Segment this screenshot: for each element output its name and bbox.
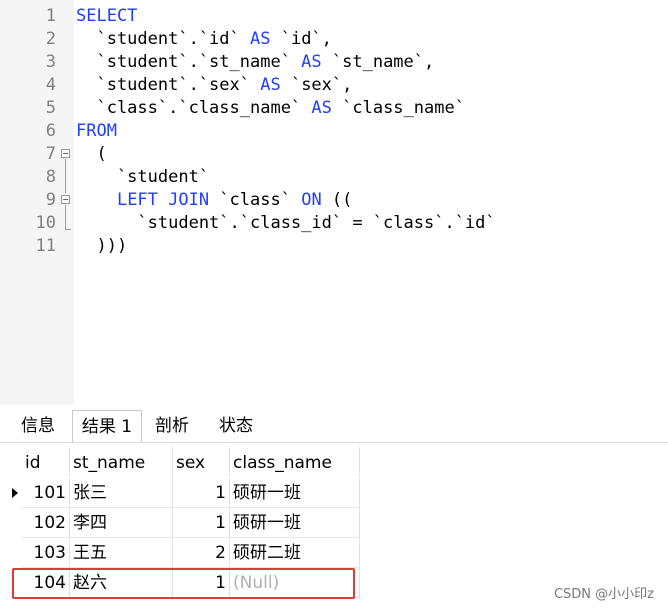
- code-text: ))): [76, 235, 127, 258]
- line-number: 5: [45, 98, 56, 118]
- tab-info[interactable]: 信息: [8, 410, 68, 442]
- code-text: `student`.`st_name` AS `st_name`,: [76, 51, 434, 74]
- cell-st-name[interactable]: 李四: [70, 508, 173, 538]
- line-number: 3: [45, 52, 56, 72]
- line-number: 8: [45, 167, 56, 187]
- fold-guide: [65, 159, 66, 193]
- cell-class-name[interactable]: 硕研一班: [230, 508, 360, 538]
- code-text: FROM: [76, 120, 117, 143]
- column-header-sex[interactable]: sex: [173, 447, 230, 477]
- code-text: (: [76, 143, 107, 166]
- fold-toggle-icon[interactable]: [61, 195, 70, 204]
- sql-text: ))): [76, 236, 128, 256]
- code-line[interactable]: 5 `class`.`class_name` AS `class_name`: [0, 97, 668, 120]
- line-number: 10: [35, 213, 56, 233]
- cell-st-name[interactable]: 张三: [70, 478, 173, 508]
- cell-sex[interactable]: 2: [173, 538, 230, 568]
- sql-keyword: LEFT JOIN: [116, 190, 210, 210]
- line-number: 2: [45, 29, 56, 49]
- code-text: `student`.`sex` AS `sex`,: [76, 74, 352, 97]
- sql-keyword: AS: [260, 75, 281, 95]
- cell-id[interactable]: 103: [22, 538, 70, 568]
- sql-text: ((: [321, 190, 353, 210]
- code-text: `student`.`class_id` = `class`.`id`: [76, 212, 496, 235]
- tab-status[interactable]: 状态: [206, 410, 266, 442]
- fold-guide: [65, 205, 66, 229]
- cell-st-name[interactable]: 王五: [70, 538, 173, 568]
- cell-id[interactable]: 102: [22, 508, 70, 538]
- sql-keyword: AS: [250, 29, 271, 49]
- sql-editor[interactable]: 1 SELECT 2 `student`.`id` AS `id`, 3 `stude…: [0, 0, 668, 405]
- line-number: 9: [45, 190, 56, 210]
- fold-toggle-icon[interactable]: [61, 149, 70, 158]
- sql-keyword: AS: [311, 98, 332, 118]
- code-line[interactable]: 7 (: [0, 143, 668, 166]
- code-text: SELECT: [76, 5, 137, 28]
- sql-text: `student`.`st_name`: [76, 52, 302, 72]
- sql-text: `student`.`sex`: [76, 75, 261, 95]
- tab-result-1[interactable]: 结果 1: [72, 410, 142, 442]
- code-line[interactable]: 6 FROM: [0, 120, 668, 143]
- sql-text: `student`: [76, 167, 210, 187]
- current-row-indicator-icon: [12, 488, 18, 498]
- fold-end-marker: [65, 229, 71, 230]
- code-line[interactable]: 2 `student`.`id` AS `id`,: [0, 28, 668, 51]
- code-text: `student`: [76, 166, 209, 189]
- cell-sex[interactable]: 1: [173, 508, 230, 538]
- code-text: `student`.`id` AS `id`,: [76, 28, 332, 51]
- column-header-id[interactable]: id: [22, 447, 70, 477]
- sql-keyword: AS: [301, 52, 322, 72]
- line-number: 4: [45, 75, 56, 95]
- line-number: 6: [45, 121, 56, 141]
- code-line[interactable]: 9 LEFT JOIN `class` ON ((: [0, 189, 668, 212]
- table-row[interactable]: 103 王五 2 硕研二班: [0, 538, 360, 568]
- line-number: 1: [45, 6, 56, 26]
- sql-keyword: ON: [301, 190, 322, 210]
- watermark: CSDN @小小印z: [553, 587, 654, 602]
- code-text: LEFT JOIN `class` ON ((: [76, 189, 352, 212]
- sql-text: `class_name`: [331, 98, 465, 118]
- sql-keyword: FROM: [76, 121, 117, 141]
- column-header-class-name[interactable]: class_name: [230, 447, 360, 477]
- line-number: 11: [35, 236, 56, 256]
- cell-class-name[interactable]: 硕研一班: [230, 478, 360, 508]
- table-row[interactable]: 102 李四 1 硕研一班: [0, 508, 360, 538]
- cell-sex[interactable]: 1: [173, 478, 230, 508]
- sql-text: `st_name`,: [321, 52, 435, 72]
- table-row[interactable]: 101 张三 1 硕研一班: [0, 478, 360, 508]
- cell-class-name[interactable]: 硕研二班: [230, 538, 360, 568]
- sql-text: (: [76, 144, 107, 164]
- sql-text: `class`: [209, 190, 302, 210]
- sql-text: `class`.`class_name`: [76, 98, 312, 118]
- sql-text: `student`.`class_id` = `class`.`id`: [76, 213, 496, 233]
- code-line[interactable]: 10 `student`.`class_id` = `class`.`id`: [0, 212, 668, 235]
- row-highlight-box: [12, 568, 355, 599]
- code-line[interactable]: 11 ))): [0, 235, 668, 258]
- code-text: `class`.`class_name` AS `class_name`: [76, 97, 465, 120]
- code-line[interactable]: 8 `student`: [0, 166, 668, 189]
- line-number: 7: [45, 144, 56, 164]
- sql-text: `id`,: [270, 29, 332, 49]
- column-header-st-name[interactable]: st_name: [70, 447, 173, 477]
- code-line[interactable]: 3 `student`.`st_name` AS `st_name`,: [0, 51, 668, 74]
- code-line[interactable]: 1 SELECT: [0, 5, 668, 28]
- sql-keyword: SELECT: [76, 6, 138, 26]
- result-tabs: 信息 结果 1 剖析 状态: [0, 408, 668, 443]
- code-line[interactable]: 4 `student`.`sex` AS `sex`,: [0, 74, 668, 97]
- sql-text: `sex`,: [280, 75, 353, 95]
- sql-text: `student`.`id`: [76, 29, 250, 49]
- tab-profile[interactable]: 剖析: [142, 410, 202, 442]
- cell-id[interactable]: 101: [22, 478, 70, 508]
